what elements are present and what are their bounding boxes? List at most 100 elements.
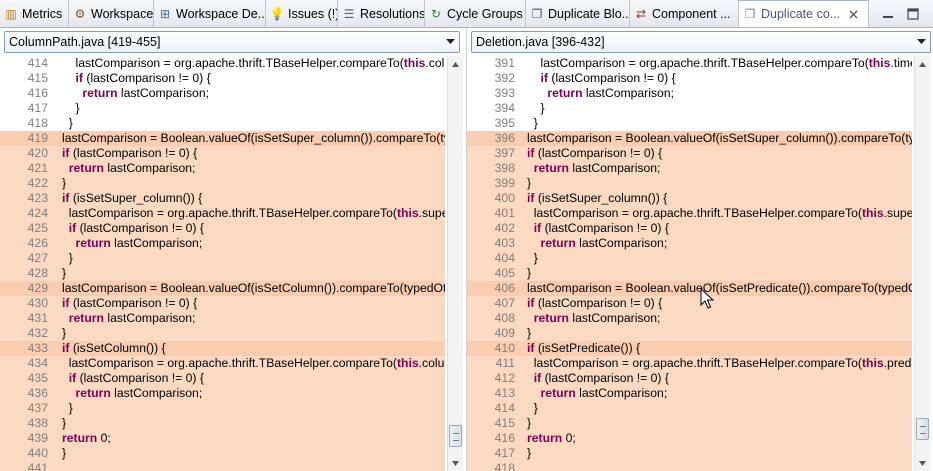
code-line: 438} <box>0 416 445 431</box>
right-code-editor[interactable]: 391 lastComparison = org.apache.thrift.T… <box>467 56 912 471</box>
tab-label: Duplicate Blo... <box>548 6 630 21</box>
tab-lightbulb[interactable]: 💡 Issues (!) <box>266 0 338 27</box>
right-file-selector-label: Deletion.java [396-432] <box>476 35 605 49</box>
left-file-selector[interactable]: ColumnPath.java [419-455] <box>4 31 460 53</box>
scroll-up-icon[interactable] <box>448 56 463 72</box>
line-number: 404 <box>494 251 515 265</box>
right-file-selector[interactable]: Deletion.java [396-432] <box>471 31 931 53</box>
code-line: 427 } <box>0 251 445 266</box>
metrics-icon: ▥ <box>5 6 17 21</box>
line-number: 435 <box>27 371 48 385</box>
code-text: } <box>527 266 532 280</box>
code-text: if (isSetSuper_column()) { <box>62 191 203 205</box>
tab-label: Duplicate co... <box>761 7 841 21</box>
line-number: 401 <box>494 206 515 220</box>
code-line: 411 lastComparison = org.apache.thrift.T… <box>467 356 912 371</box>
code-line: 402 if (lastComparison != 0) { <box>467 221 912 236</box>
line-number: 402 <box>494 221 515 235</box>
code-text: } <box>62 101 80 115</box>
tab-component[interactable]: ⇄ Component ... <box>630 0 739 27</box>
code-line: 433 if (isSetColumn()) { <box>0 341 445 356</box>
code-line: 425 if (lastComparison != 0) { <box>0 221 445 236</box>
chevron-down-icon[interactable] <box>912 32 930 52</box>
code-line: 441 <box>0 461 445 471</box>
code-line: 432} <box>0 326 445 341</box>
code-text: lastComparison = org.apache.thrift.TBase… <box>527 356 912 370</box>
maximize-icon[interactable] <box>906 7 919 20</box>
close-icon[interactable] <box>849 7 858 22</box>
line-number: 439 <box>27 431 48 445</box>
line-number: 426 <box>27 236 48 250</box>
code-line: 417} <box>467 446 912 461</box>
code-text: return lastComparison; <box>68 311 196 325</box>
scroll-down-icon[interactable] <box>915 455 930 471</box>
tab-metrics[interactable]: ▥ Metrics <box>0 0 69 27</box>
line-number: 427 <box>27 251 48 265</box>
code-text: lastComparison = org.apache.thrift.TBase… <box>62 56 445 70</box>
line-number: 403 <box>494 236 515 250</box>
code-line: 394 } <box>467 101 912 116</box>
line-number: 416 <box>494 431 515 445</box>
code-line: 415} <box>467 416 912 431</box>
line-number: 398 <box>494 161 515 175</box>
line-number: 414 <box>27 56 48 70</box>
line-number: 394 <box>494 101 515 115</box>
code-text: if (isSetSuper_column()) { <box>527 191 668 205</box>
right-vertical-scrollbar[interactable] <box>914 56 930 471</box>
code-text: lastComparison = Boolean.valueOf(isSetSu… <box>62 131 445 145</box>
code-text: lastComparison = Boolean.valueOf(isSetSu… <box>527 131 912 145</box>
code-text: if (lastComparison != 0) { <box>533 371 669 385</box>
code-line: 404 } <box>467 251 912 266</box>
left-vertical-scrollbar[interactable] <box>447 56 463 471</box>
code-text: } <box>527 116 538 130</box>
code-line: 418 } <box>0 116 445 131</box>
code-line: 426 return lastComparison; <box>0 236 445 251</box>
code-text: } <box>62 401 73 415</box>
code-line: 400 if (isSetSuper_column()) { <box>467 191 912 206</box>
tab-cycle-groups[interactable]: ↻ Cycle Groups <box>425 0 526 27</box>
code-text: if (lastComparison != 0) { <box>62 146 198 160</box>
code-line: 395 } <box>467 116 912 131</box>
chevron-down-icon[interactable] <box>441 32 459 52</box>
line-number: 431 <box>27 311 48 325</box>
line-number: 420 <box>27 146 48 160</box>
code-text: } <box>527 401 538 415</box>
tab-workspace-dependencies[interactable]: ⊞ Workspace De... <box>154 0 266 27</box>
code-text: } <box>527 326 532 340</box>
view-tab-bar: ▥ Metrics ⚙ Workspace ⊞ Workspace De... 💡 Issue… <box>0 0 933 28</box>
line-number: 423 <box>27 191 48 205</box>
line-number: 418 <box>494 461 515 471</box>
left-code-editor[interactable]: 414 lastComparison = org.apache.thrift.T… <box>0 56 445 471</box>
code-line: 428} <box>0 266 445 281</box>
line-number: 412 <box>494 371 515 385</box>
left-scroll-thumb[interactable] <box>449 425 462 447</box>
line-number: 424 <box>27 206 48 220</box>
scroll-down-icon[interactable] <box>448 455 463 471</box>
tab-label: Workspace <box>91 6 154 21</box>
tab-resolutions[interactable]: ☰ Resolutions <box>338 0 425 27</box>
duplicate-blocks-icon: ❐ <box>531 6 543 21</box>
cycle-groups-icon: ↻ <box>430 6 442 21</box>
left-file-selector-label: ColumnPath.java [419-455] <box>9 35 161 49</box>
code-text: } <box>62 266 67 280</box>
line-number: 436 <box>27 386 48 400</box>
code-text: lastComparison = org.apache.thrift.TBase… <box>527 56 912 70</box>
tab-duplicate-code[interactable]: ❐ Duplicate co... <box>739 0 869 27</box>
code-line: 429 lastComparison = Boolean.valueOf(isSe… <box>0 281 445 296</box>
code-line: 406 lastComparison = Boolean.valueOf(isSe… <box>467 281 912 296</box>
right-scroll-thumb[interactable] <box>916 418 929 440</box>
code-line: 434 lastComparison = org.apache.thrift.T… <box>0 356 445 371</box>
line-number: 395 <box>494 116 515 130</box>
code-line: 421 return lastComparison; <box>0 161 445 176</box>
code-text: } <box>527 416 532 430</box>
line-number: 432 <box>27 326 48 340</box>
code-text: } <box>62 116 73 130</box>
code-text: } <box>527 251 538 265</box>
tab-workspace[interactable]: ⚙ Workspace <box>69 0 154 27</box>
code-line: 410 if (isSetPredicate()) { <box>467 341 912 356</box>
scroll-up-icon[interactable] <box>915 56 930 72</box>
minimize-icon[interactable] <box>881 7 894 20</box>
tab-duplicate-blocks[interactable]: ❐ Duplicate Blo... <box>526 0 630 27</box>
code-line: 423 if (isSetSuper_column()) { <box>0 191 445 206</box>
line-number: 396 <box>494 131 515 145</box>
